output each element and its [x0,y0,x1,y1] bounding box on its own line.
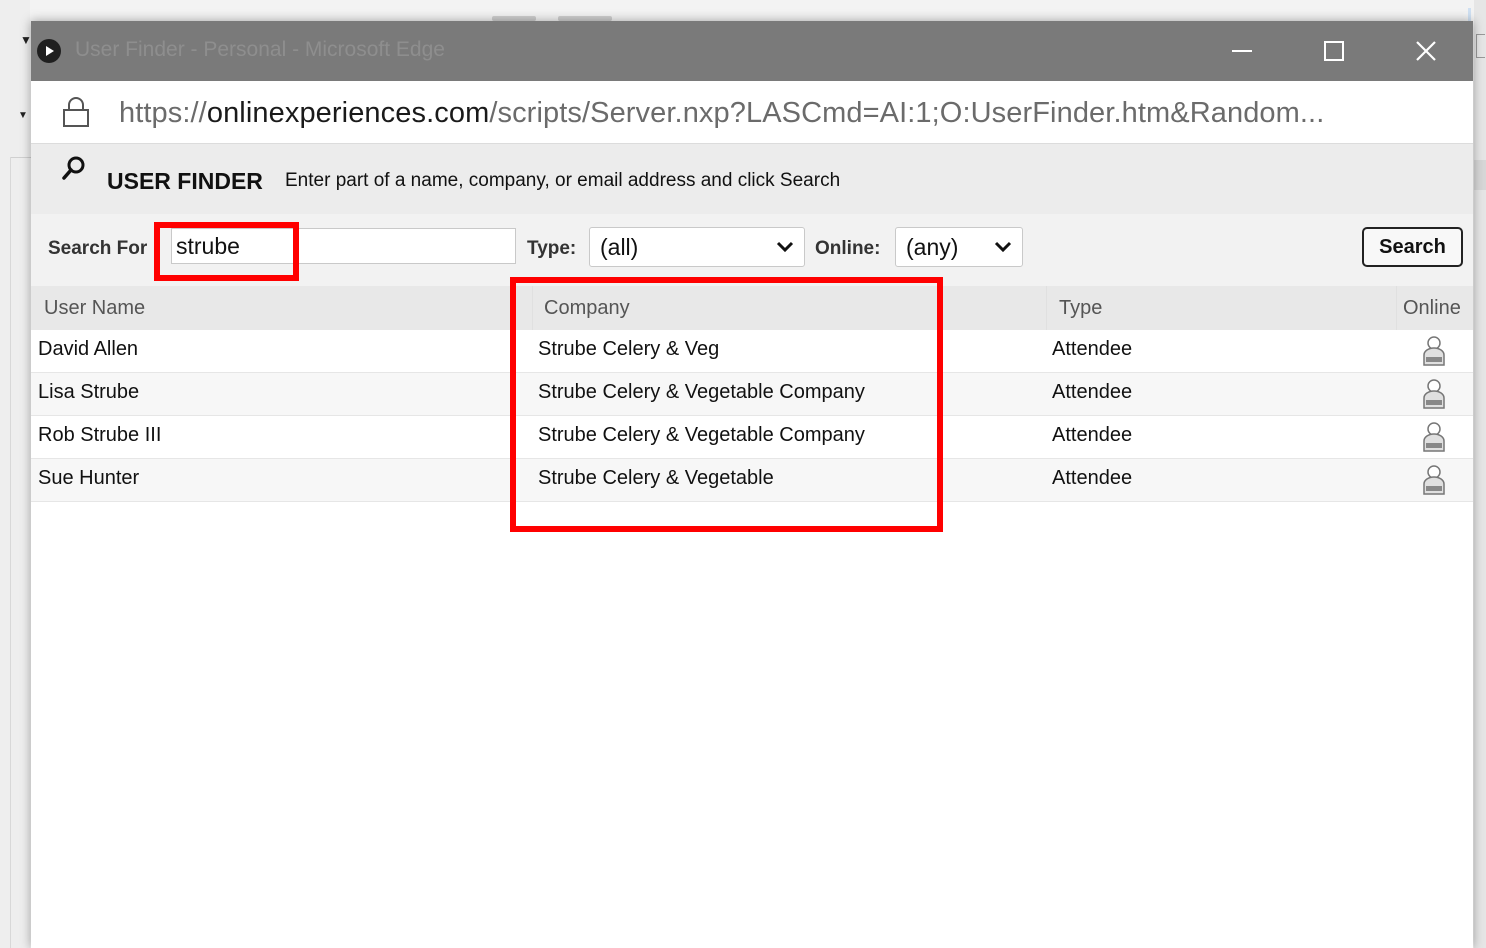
type-cell: Attendee [1052,338,1133,360]
minimize-icon [1232,50,1252,52]
url-text[interactable]: https://onlinexperiences.com/scripts/Ser… [119,97,1324,130]
search-button[interactable]: Search [1362,227,1463,267]
column-header-type[interactable]: Type [1059,297,1102,320]
page-title: USER FINDER [107,168,263,194]
user-name-cell: Lisa Strube [38,381,140,403]
offline-user-icon [1421,378,1447,418]
offline-user-icon [1421,421,1447,461]
background-app-panel [0,0,30,948]
maximize-icon [1324,41,1344,61]
type-cell: Attendee [1052,467,1133,489]
address-bar[interactable]: https://onlinexperiences.com/scripts/Ser… [31,81,1473,144]
url-scheme: https:// [119,97,207,129]
minimize-button[interactable] [1196,21,1288,81]
title-bar: User Finder - Personal - Microsoft Edge [31,21,1473,81]
offline-user-icon [1421,335,1447,375]
company-cell: Strube Celery & Vegetable [538,467,774,489]
online-select-value: (any) [906,233,959,260]
window-title: User Finder - Personal - Microsoft Edge [75,38,445,61]
chevron-down-icon [776,241,794,253]
close-icon [1416,41,1436,61]
search-icon [62,156,85,180]
url-path: /scripts/Server.nxp?LASCmd=AI:1;O:UserFi… [489,97,1325,129]
user-name-cell: Rob Strube III [38,424,162,446]
app-play-icon [37,39,61,63]
table-row[interactable]: Rob Strube III Strube Celery & Vegetable… [31,416,1473,459]
chevron-down-icon [994,241,1012,253]
table-body: David Allen Strube Celery & Veg Attendee… [31,330,1473,502]
url-host: onlinexperiences.com [206,97,490,129]
background-divider [10,157,32,158]
finder-hint: Enter part of a name, company, or email … [285,170,841,191]
company-cell: Strube Celery & Vegetable Company [538,424,865,446]
filter-bar: Search For Type: (all) Online: (any) Sea… [31,214,1473,286]
background-caret-icon: ▼ [18,110,28,121]
popup-window: User Finder - Personal - Microsoft Edge … [31,21,1473,948]
column-header-user-name[interactable]: User Name [44,297,145,320]
type-cell: Attendee [1052,381,1133,403]
user-name-cell: David Allen [38,338,139,360]
background-scrollbar [1474,160,1486,190]
results-table: User Name Company Type Online David Alle… [31,286,1473,502]
search-input[interactable] [171,228,516,264]
type-label: Type: [527,238,577,259]
offline-user-icon [1421,464,1447,504]
company-cell: Strube Celery & Vegetable Company [538,381,865,403]
online-select[interactable]: (any) [895,227,1023,267]
table-row[interactable]: Sue Hunter Strube Celery & Vegetable Att… [31,459,1473,502]
finder-header: USER FINDER Enter part of a name, compan… [31,144,1473,214]
type-select[interactable]: (all) [589,227,805,267]
search-for-label: Search For [48,238,148,259]
table-row[interactable]: Lisa Strube Strube Celery & Vegetable Co… [31,373,1473,416]
type-cell: Attendee [1052,424,1133,446]
background-app-panel [1474,0,1486,948]
maximize-button[interactable] [1288,21,1380,81]
company-cell: Strube Celery & Veg [538,338,720,360]
online-label: Online: [815,238,881,259]
table-header: User Name Company Type Online [31,286,1473,330]
type-select-value: (all) [600,233,639,260]
column-header-company[interactable]: Company [544,297,630,320]
lock-icon [63,97,89,127]
user-name-cell: Sue Hunter [38,467,140,489]
close-button[interactable] [1380,21,1472,81]
background-bracket [1476,34,1485,58]
column-header-online[interactable]: Online [1403,297,1461,320]
table-row[interactable]: David Allen Strube Celery & Veg Attendee [31,330,1473,373]
background-divider [10,157,11,948]
